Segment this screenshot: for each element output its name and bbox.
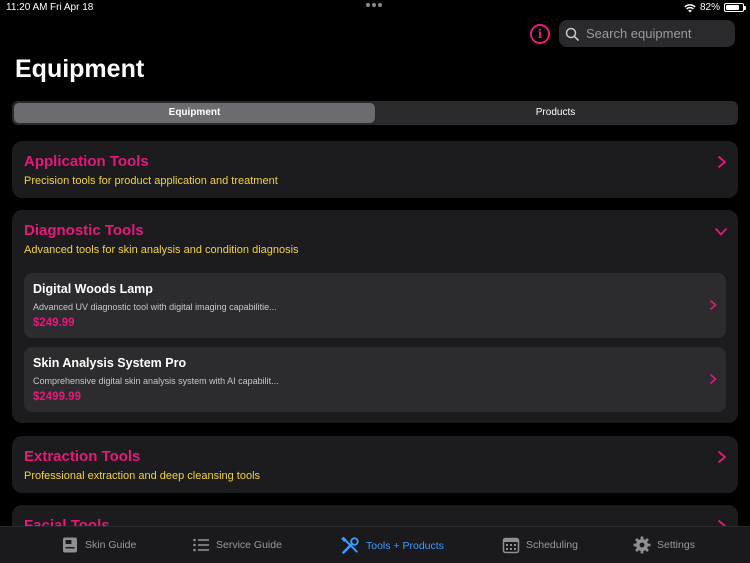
wifi-icon [684,3,696,12]
product-name: Digital Woods Lamp [33,282,153,296]
status-bar: 11:20 AM Fri Apr 18 82% [0,0,750,16]
category-extraction-tools[interactable]: Extraction Tools Professional extraction… [12,436,738,493]
calendar-icon [502,537,520,554]
chevron-right-icon [710,300,717,310]
product-price: $2499.99 [33,391,81,403]
battery-fill [726,5,740,10]
category-title: Diagnostic Tools [24,222,144,239]
gear-icon [633,536,651,554]
tab-service-guide[interactable]: Service Guide [192,536,282,554]
chevron-right-icon [718,156,726,168]
tab-label: Service Guide [216,539,282,551]
tab-bar: Skin Guide Service Guide Tools + Product… [0,526,750,563]
product-name: Skin Analysis System Pro [33,356,187,370]
tab-tools-products[interactable]: Tools + Products [340,536,444,556]
chevron-down-icon [715,228,727,236]
status-date: Fri Apr 18 [50,2,94,13]
category-description: Advanced tools for skin analysis and con… [24,244,299,256]
tab-label: Settings [657,539,695,551]
segment-equipment[interactable]: Equipment [14,103,375,123]
product-price: $249.99 [33,317,75,329]
product-description: Comprehensive digital skin analysis syst… [33,376,279,386]
status-time: 11:20 AM [6,2,48,13]
product-description: Advanced UV diagnostic tool with digital… [33,302,277,312]
chevron-right-icon [718,451,726,463]
chevron-right-icon [718,520,726,526]
tab-skin-guide[interactable]: Skin Guide [61,536,136,554]
chevron-right-icon [710,374,717,384]
category-diagnostic-tools[interactable]: Diagnostic Tools Advanced tools for skin… [12,210,738,423]
list-icon [193,538,209,552]
category-title: Application Tools [24,153,149,170]
battery-percent: 82% [699,2,720,13]
tab-scheduling[interactable]: Scheduling [502,536,578,554]
multitasking-dots-icon[interactable] [366,3,382,7]
tools-icon [341,536,359,554]
page-title: Equipment [15,55,145,83]
search-icon [565,27,579,41]
book-icon [63,537,77,553]
status-right: 82% [684,2,746,13]
battery-icon [724,3,746,12]
search-input[interactable] [586,26,731,41]
search-box[interactable] [559,20,735,47]
segmented-control: Equipment Products [12,101,738,125]
category-list[interactable]: Application Tools Precision tools for pr… [0,140,750,526]
tab-label: Scheduling [526,539,578,551]
category-facial-tools[interactable]: Facial Tools [12,505,738,526]
category-description: Professional extraction and deep cleansi… [24,470,261,482]
tab-settings[interactable]: Settings [633,536,695,554]
info-button[interactable]: i [530,24,550,44]
product-card-digital-woods-lamp[interactable]: Digital Woods Lamp Advanced UV diagnosti… [24,273,726,338]
tab-label: Tools + Products [366,540,444,552]
info-icon: i [537,27,543,41]
product-card-skin-analysis-system-pro[interactable]: Skin Analysis System Pro Comprehensive d… [24,347,726,412]
category-title: Extraction Tools [24,448,141,465]
category-description: Precision tools for product application … [24,175,278,187]
tab-label: Skin Guide [85,539,137,551]
segment-products[interactable]: Products [375,103,736,123]
category-title: Facial Tools [24,517,110,526]
category-application-tools[interactable]: Application Tools Precision tools for pr… [12,141,738,198]
